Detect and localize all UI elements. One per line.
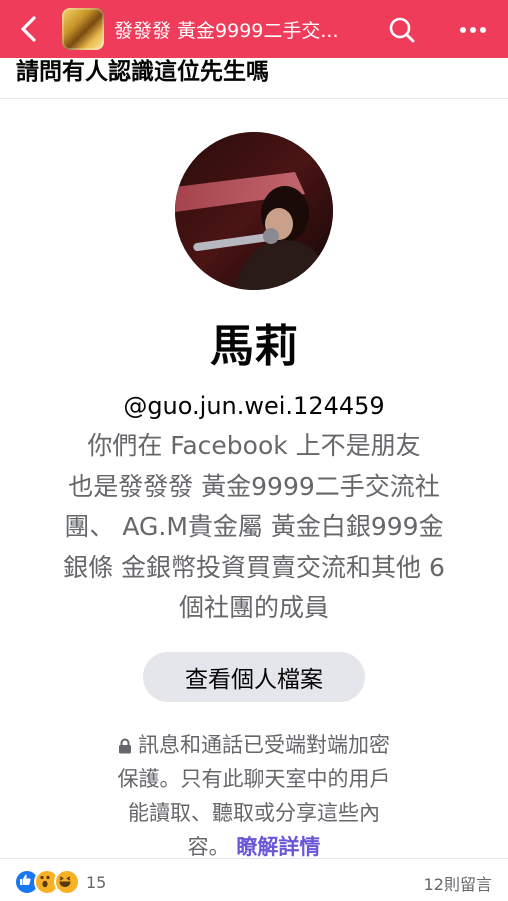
info-line: 團、 AG.M貴金屬 黃金白銀999金 xyxy=(64,512,444,542)
haha-icon xyxy=(54,869,80,895)
info-line: 也是發發發 黃金9999二手交流社 xyxy=(68,471,440,501)
search-button[interactable] xyxy=(380,13,424,47)
mutual-info: 你們在 Facebook 上不是朋友 也是發發發 黃金9999二手交流社 團、 … xyxy=(24,426,484,629)
comments-count-link[interactable]: 12則留言 xyxy=(424,871,492,895)
more-options-button[interactable] xyxy=(448,13,498,47)
info-line: 個社團的成員 xyxy=(178,593,329,623)
avatar-photo xyxy=(175,132,333,290)
e2e-text: 容。 xyxy=(187,835,230,859)
e2e-line: 訊息和通話已受端對端加密 xyxy=(84,728,424,762)
encryption-notice: 訊息和通話已受端對端加密 保護。只有此聊天室中的用戶 能讀取、聽取或分享這些內 … xyxy=(84,728,424,864)
more-icon xyxy=(460,27,486,33)
view-profile-button[interactable]: 查看個人檔案 xyxy=(143,652,365,702)
profile-username: @guo.jun.wei.124459 xyxy=(123,392,385,420)
post-title-strip: 請問有人認識這位先生嗎 xyxy=(0,58,508,99)
profile-avatar[interactable] xyxy=(175,132,333,290)
e2e-line: 能讀取、聽取或分享這些內 xyxy=(128,801,380,825)
reaction-summary[interactable]: 15 xyxy=(14,869,106,895)
group-title[interactable]: 發發發 黃金9999二手交... xyxy=(114,16,364,43)
top-app-bar: 發發發 黃金9999二手交... xyxy=(0,0,508,58)
reaction-count: 15 xyxy=(86,872,107,892)
back-arrow-icon xyxy=(21,16,36,42)
back-button[interactable] xyxy=(0,0,56,58)
profile-name: 馬莉 xyxy=(210,321,298,372)
lock-icon xyxy=(119,738,131,754)
group-thumbnail[interactable] xyxy=(62,8,104,50)
reaction-bar: 15 12則留言 xyxy=(0,858,508,901)
search-icon xyxy=(389,17,415,43)
info-line: 銀條 金銀幣投資買賣交流和其他 6 xyxy=(63,552,445,582)
learn-more-link[interactable]: 瞭解詳情 xyxy=(236,835,320,859)
e2e-text: 訊息和通話已受端對端加密 xyxy=(138,733,390,757)
post-title: 請問有人認識這位先生嗎 xyxy=(16,59,269,85)
info-line: 你們在 Facebook 上不是朋友 xyxy=(87,431,421,460)
e2e-line: 保護。只有此聊天室中的用戶 xyxy=(117,767,391,791)
